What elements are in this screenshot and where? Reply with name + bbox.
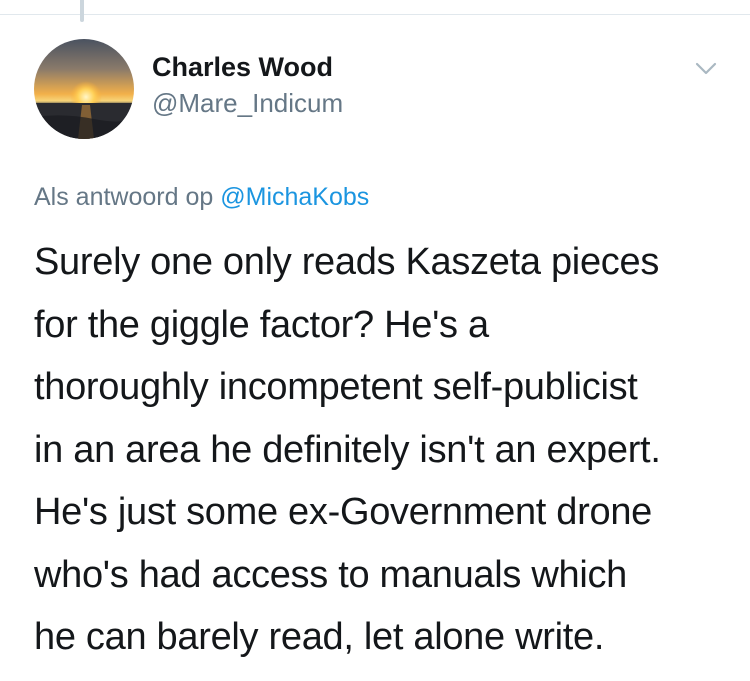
reply-mention-link[interactable]: @MichaKobs — [220, 183, 369, 211]
thread-connector-line — [80, 0, 84, 22]
tweet-menu-button[interactable] — [692, 58, 720, 80]
tweet-text-line: He's just some ex-Government drone — [34, 491, 652, 533]
tweet-text-line: who's had access to manuals which — [34, 553, 627, 596]
tweet-text: Surely one only reads Kaszeta pieces for… — [34, 231, 724, 669]
tweet-text-line: in an area he definitely isn't an expert… — [34, 428, 661, 471]
reply-context: Als antwoord op @MichaKobs — [34, 183, 369, 212]
chevron-down-icon — [695, 62, 717, 75]
tweet-text-line: Surely one only reads Kaszeta pieces — [34, 241, 660, 283]
tweet-text-line: thoroughly incompetent self-publicist — [34, 366, 638, 408]
tweet-text-line: for the giggle factor? He's a — [34, 303, 489, 346]
tweet-text-line: he can barely read, let alone write. — [34, 616, 605, 658]
author-display-name[interactable]: Charles Wood — [152, 52, 333, 83]
sunset-avatar-icon — [34, 39, 134, 139]
top-divider — [0, 14, 750, 15]
reply-prefix: Als antwoord op — [34, 183, 214, 211]
author-handle[interactable]: @Mare_Indicum — [152, 88, 343, 119]
avatar[interactable] — [34, 39, 134, 139]
